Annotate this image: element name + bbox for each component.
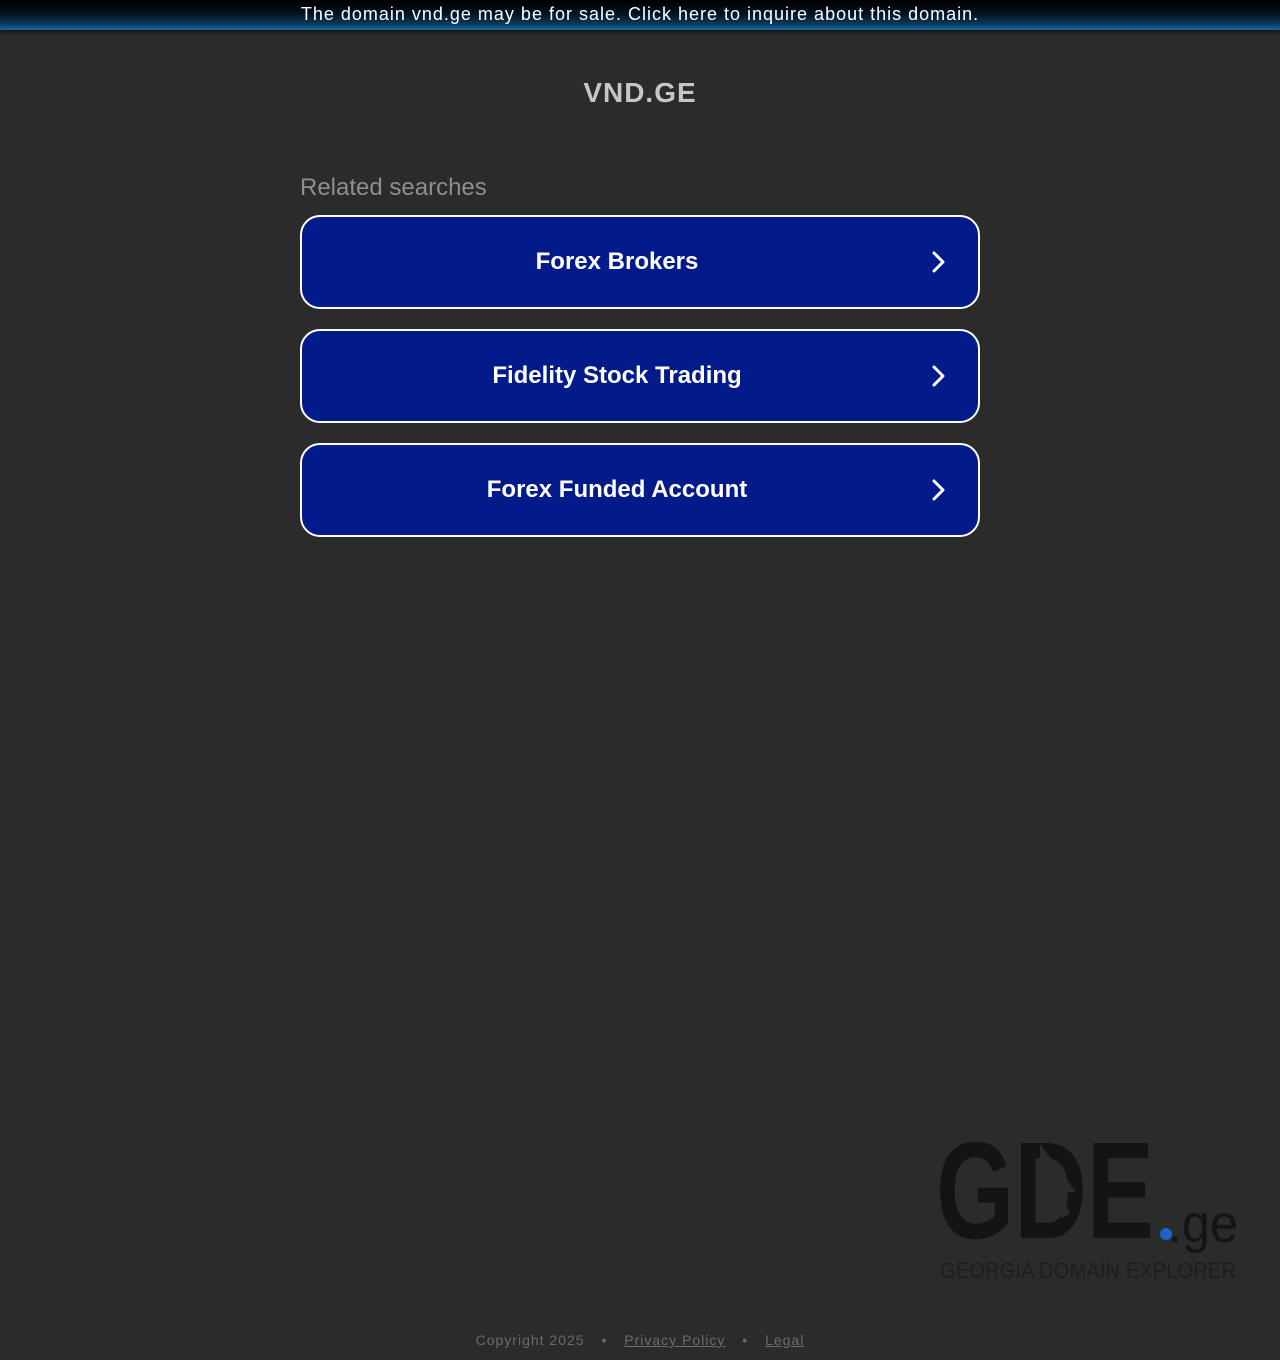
gde-logo: GDE .ge GEORGIA DOMAIN EXPLORER [936, 1114, 1238, 1283]
search-link-label[interactable]: Fidelity Stock Trading [302, 331, 932, 421]
related-searches-heading: Related searches [300, 174, 487, 201]
search-link-forex-brokers[interactable]: Forex Brokers [300, 215, 980, 309]
related-searches-list: Forex Brokers Fidelity Stock Trading For… [300, 215, 980, 537]
search-link-label[interactable]: Forex Funded Account [302, 445, 932, 535]
domain-sale-banner[interactable]: The domain vnd.ge may be for sale. Click… [0, 0, 1280, 30]
privacy-policy-link[interactable]: Privacy Policy [624, 1332, 725, 1348]
site-title: VND.GE [583, 77, 697, 108]
copyright-text: Copyright 2025 [475, 1332, 585, 1348]
footer: Copyright 2025 • Privacy Policy • Legal [0, 1330, 1280, 1350]
gde-logo-suffix: .ge [1168, 1194, 1238, 1254]
domain-sale-banner-text[interactable]: The domain vnd.ge may be for sale. Click… [301, 0, 979, 28]
chevron-right-icon [932, 365, 945, 387]
footer-separator: • [601, 1332, 608, 1348]
chevron-right-icon [932, 479, 945, 501]
legal-link[interactable]: Legal [765, 1332, 804, 1348]
search-link-label[interactable]: Forex Brokers [302, 217, 932, 307]
related-searches: Related searches Forex Brokers Fidelity … [300, 174, 980, 557]
search-link-fidelity-stock-trading[interactable]: Fidelity Stock Trading [300, 329, 980, 423]
chevron-right-icon [932, 251, 945, 273]
footer-separator: • [742, 1332, 749, 1348]
gde-logo-tagline: GEORGIA DOMAIN EXPLORER [940, 1258, 1236, 1283]
search-link-forex-funded-account[interactable]: Forex Funded Account [300, 443, 980, 537]
